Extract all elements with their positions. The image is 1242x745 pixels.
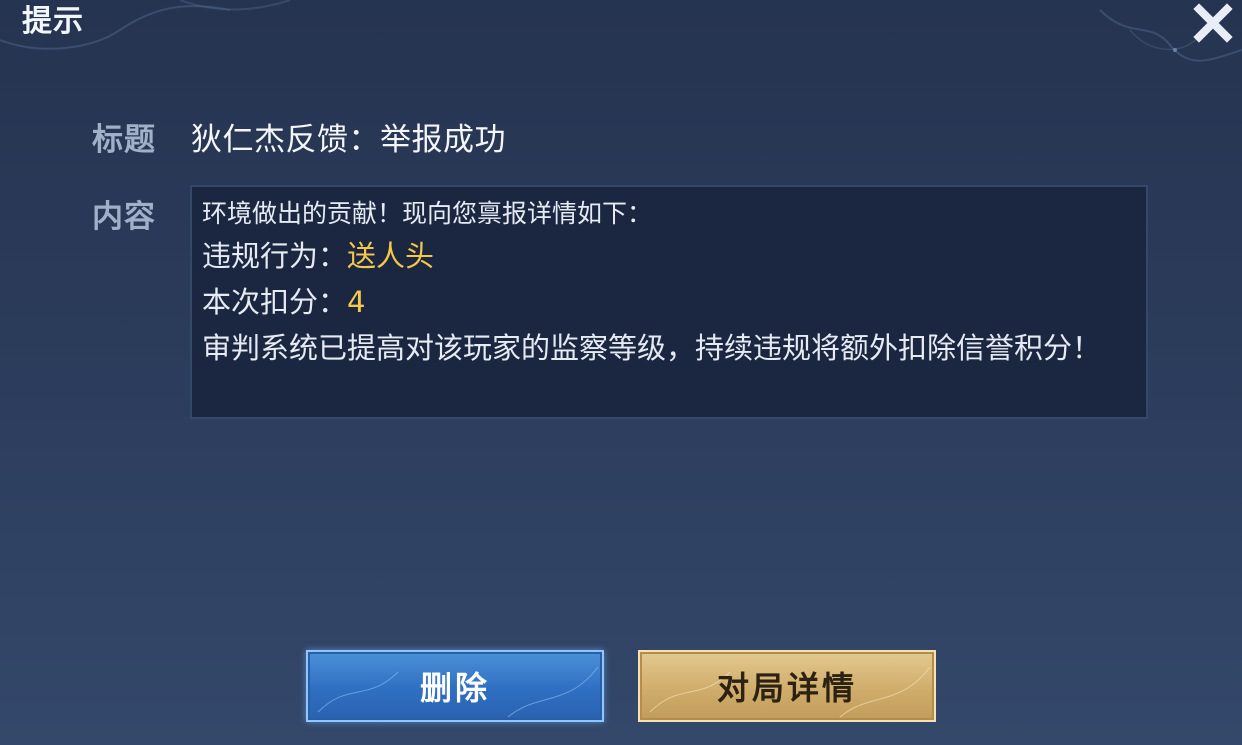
dialog-title: 提示 bbox=[22, 4, 84, 39]
deduction-row: 本次扣分：4 bbox=[202, 279, 1134, 325]
penalty-notice: 审判系统已提高对该玩家的监察等级，持续违规将额外扣除信誉积分！ bbox=[202, 331, 1102, 365]
message-title: 狄仁杰反馈：举报成功 bbox=[191, 122, 506, 158]
violation-row: 违规行为：送人头 bbox=[202, 233, 1134, 279]
close-icon bbox=[1193, 3, 1233, 43]
violation-value: 送人头 bbox=[347, 239, 435, 273]
deduction-label: 本次扣分： bbox=[202, 285, 348, 319]
content-label: 内容 bbox=[92, 199, 156, 235]
violation-label: 违规行为： bbox=[202, 239, 348, 273]
delete-button[interactable]: 删除 bbox=[306, 650, 604, 722]
content-intro: 环境做出的贡献！现向您禀报详情如下： bbox=[202, 199, 653, 228]
background-cloud-ornament bbox=[0, 0, 1242, 62]
delete-button-label: 删除 bbox=[419, 669, 490, 707]
message-content-box[interactable]: 环境做出的贡献！现向您禀报详情如下： 违规行为：送人头 本次扣分：4 审判系统已… bbox=[190, 185, 1148, 419]
match-details-button[interactable]: 对局详情 bbox=[638, 650, 936, 722]
deduction-value: 4 bbox=[347, 285, 366, 319]
title-label: 标题 bbox=[92, 122, 156, 158]
match-details-button-label: 对局详情 bbox=[716, 669, 857, 707]
close-button[interactable] bbox=[1188, 0, 1238, 46]
